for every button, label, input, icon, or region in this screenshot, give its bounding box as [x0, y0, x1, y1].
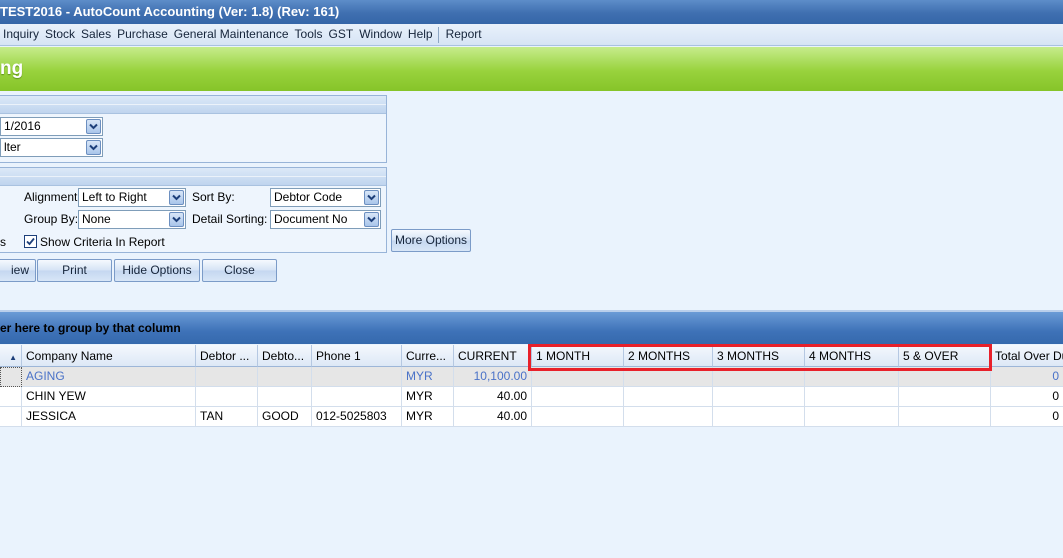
group-by-prompt: er here to group by that column	[0, 321, 181, 335]
alignment-label: Alignment:	[24, 190, 81, 204]
group-by-combo[interactable]: None	[78, 210, 186, 229]
option-label-fragment: s	[0, 235, 6, 249]
table-cell[interactable]	[196, 367, 258, 387]
table-cell[interactable]: 0	[991, 367, 1063, 387]
table-cell[interactable]	[532, 387, 624, 407]
column-header-total-overdue[interactable]: Total Over Du	[991, 345, 1063, 367]
window-title-bar: TEST2016 - AutoCount Accounting (Ver: 1.…	[0, 0, 1063, 24]
column-header-sort[interactable]: ▲	[0, 345, 22, 367]
preview-button[interactable]: iew	[0, 259, 36, 282]
detail-sorting-combo[interactable]: Document No	[270, 210, 381, 229]
table-cell[interactable]	[899, 387, 991, 407]
print-button[interactable]: Print	[37, 259, 112, 282]
table-cell[interactable]	[805, 407, 899, 427]
chevron-down-icon[interactable]	[364, 190, 379, 205]
sort-by-combo[interactable]: Debtor Code	[270, 188, 381, 207]
table-cell[interactable]: GOOD	[258, 407, 312, 427]
chevron-down-icon[interactable]	[169, 190, 184, 205]
table-cell[interactable]	[312, 387, 402, 407]
table-cell[interactable]	[312, 367, 402, 387]
table-cell[interactable]	[713, 387, 805, 407]
table-cell[interactable]	[196, 387, 258, 407]
sort-by-label: Sort By:	[192, 190, 235, 204]
sort-ascending-icon: ▲	[9, 353, 17, 362]
table-cell[interactable]: 10,100.00	[454, 367, 532, 387]
chevron-down-icon[interactable]	[86, 140, 101, 155]
hide-options-button[interactable]: Hide Options	[114, 259, 200, 282]
table-cell[interactable]: 0	[991, 387, 1063, 407]
table-cell[interactable]: MYR	[402, 387, 454, 407]
group-by-label: Group By:	[24, 212, 79, 226]
detail-sorting-value: Document No	[274, 212, 348, 226]
row-indicator[interactable]	[0, 367, 22, 387]
group-by-value: None	[82, 212, 111, 226]
menu-tools[interactable]: Tools	[292, 24, 326, 45]
chevron-down-icon[interactable]	[86, 119, 101, 134]
checkmark-icon	[26, 237, 35, 246]
menu-window[interactable]: Window	[356, 24, 405, 45]
chevron-down-icon[interactable]	[364, 212, 379, 227]
table-cell[interactable]	[899, 407, 991, 427]
date-combo[interactable]: 1/2016	[0, 117, 103, 136]
close-button[interactable]: Close	[202, 259, 277, 282]
table-cell[interactable]: 0	[991, 407, 1063, 427]
detail-sorting-label: Detail Sorting:	[192, 212, 268, 226]
menu-separator	[437, 26, 439, 43]
show-criteria-checkbox[interactable]	[24, 235, 37, 248]
filter-value: lter	[4, 140, 21, 154]
options-panel-header	[0, 168, 386, 186]
table-cell[interactable]: JESSICA	[22, 407, 196, 427]
table-cell[interactable]	[624, 387, 713, 407]
group-by-panel[interactable]: er here to group by that column	[0, 310, 1063, 344]
chevron-down-icon[interactable]	[169, 212, 184, 227]
table-cell[interactable]: MYR	[402, 407, 454, 427]
more-options-button[interactable]: More Options	[391, 229, 471, 252]
menu-report[interactable]: Report	[443, 24, 485, 45]
show-criteria-label: Show Criteria In Report	[40, 235, 165, 249]
sort-by-value: Debtor Code	[274, 190, 343, 204]
table-cell[interactable]	[713, 407, 805, 427]
alignment-value: Left to Right	[82, 190, 147, 204]
table-cell[interactable]: 40.00	[454, 407, 532, 427]
column-header-company-name[interactable]: Company Name	[22, 345, 196, 367]
table-cell[interactable]	[624, 407, 713, 427]
table-cell[interactable]: MYR	[402, 367, 454, 387]
column-header-debtor-type[interactable]: Debto...	[258, 345, 312, 367]
column-header-current[interactable]: CURRENT	[454, 345, 532, 367]
table-cell[interactable]: AGING	[22, 367, 196, 387]
table-cell[interactable]	[532, 407, 624, 427]
column-header-debtor-name[interactable]: Debtor ...	[196, 345, 258, 367]
menu-stock[interactable]: Stock	[42, 24, 78, 45]
page-header: ng	[0, 47, 1063, 91]
table-cell[interactable]: 012-5025803	[312, 407, 402, 427]
table-cell[interactable]	[258, 367, 312, 387]
table-cell[interactable]	[805, 387, 899, 407]
aging-columns-highlight	[528, 344, 992, 371]
row-indicator[interactable]	[0, 387, 22, 407]
menu-help[interactable]: Help	[405, 24, 436, 45]
column-header-phone[interactable]: Phone 1	[312, 345, 402, 367]
row-indicator[interactable]	[0, 407, 22, 427]
date-value: 1/2016	[4, 119, 41, 133]
table-cell[interactable]: CHIN YEW	[22, 387, 196, 407]
filter-panel-header	[0, 96, 386, 114]
menu-purchase[interactable]: Purchase	[114, 24, 171, 45]
menu-general-maintenance[interactable]: General Maintenance	[171, 24, 292, 45]
menu-sales[interactable]: Sales	[78, 24, 114, 45]
alignment-combo[interactable]: Left to Right	[78, 188, 186, 207]
menu-inquiry[interactable]: Inquiry	[0, 24, 42, 45]
column-header-currency[interactable]: Curre...	[402, 345, 454, 367]
menu-gst[interactable]: GST	[326, 24, 357, 45]
window-title: TEST2016 - AutoCount Accounting (Ver: 1.…	[0, 4, 340, 19]
filter-combo[interactable]: lter	[0, 138, 103, 157]
table-cell[interactable]	[258, 387, 312, 407]
page-title: ng	[0, 58, 24, 79]
menu-bar: Inquiry Stock Sales Purchase General Mainten…	[0, 24, 1063, 46]
table-cell[interactable]: 40.00	[454, 387, 532, 407]
table-cell[interactable]: TAN	[196, 407, 258, 427]
